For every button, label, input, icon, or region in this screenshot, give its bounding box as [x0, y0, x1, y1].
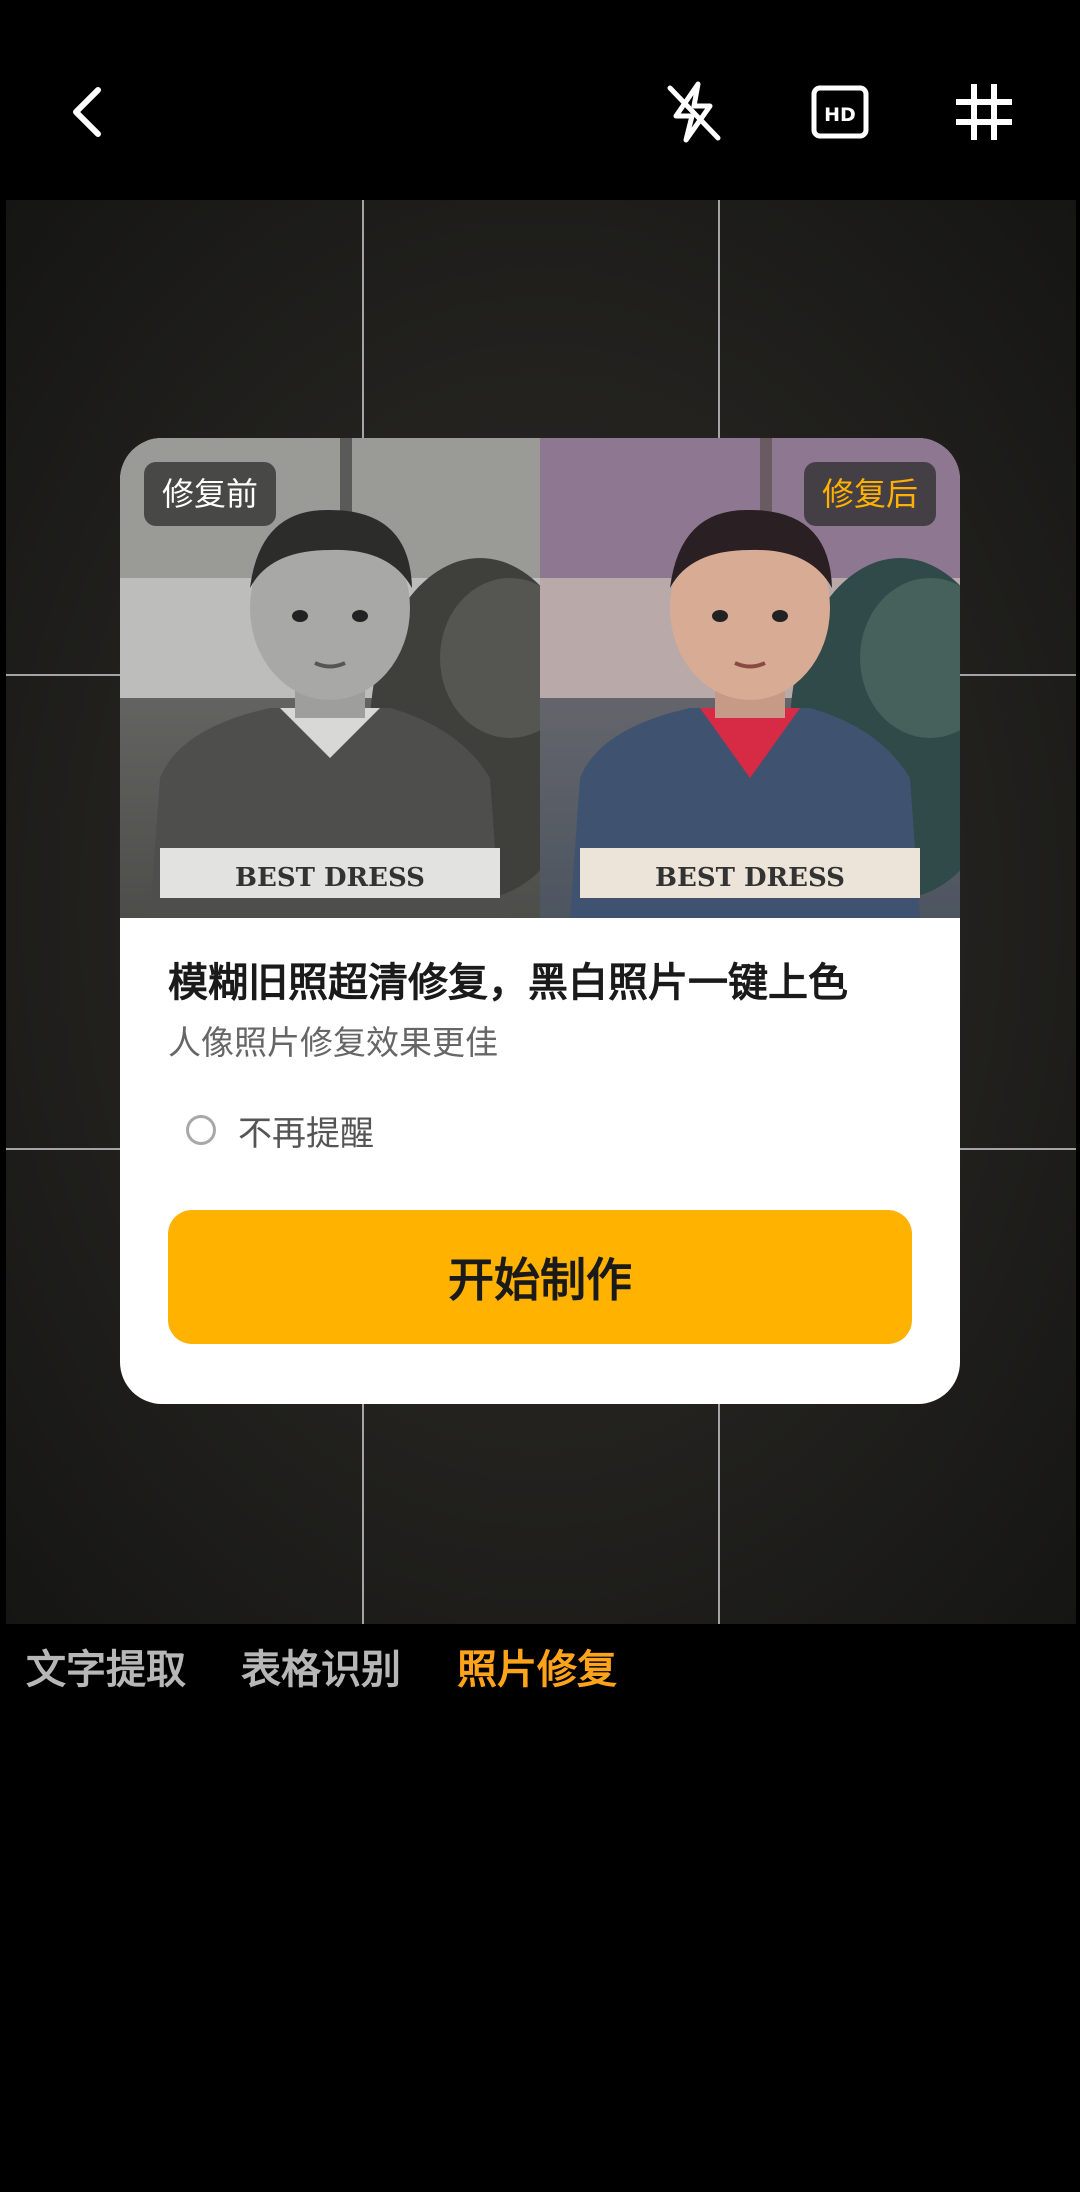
after-label: 修复后: [803, 462, 936, 526]
flash-off-icon[interactable]: [654, 72, 734, 152]
before-photo: BEST DRESS 修复前: [120, 438, 540, 918]
tab-photo-restore[interactable]: 照片修复: [457, 1640, 617, 1700]
top-bar: HD: [0, 0, 1080, 200]
card-title: 模糊旧照超清修复，黑白照片一键上色: [168, 960, 848, 1006]
photo-restore-promo-card: BEST DRESS 修复前 BEST DRESS 修复后 模糊旧照超清修复，黑…: [120, 438, 960, 1404]
start-button[interactable]: 开始制作: [168, 1210, 912, 1344]
dont-remind-label: 不再提醒: [238, 1113, 374, 1154]
after-photo: BEST DRESS 修复后: [540, 438, 960, 918]
radio-button[interactable]: [186, 1115, 216, 1145]
card-subtitle: 人像照片修复效果更佳: [168, 1023, 498, 1062]
before-label: 修复前: [144, 462, 277, 526]
grid-icon[interactable]: [944, 72, 1024, 152]
svg-text:BEST DRESS: BEST DRESS: [235, 863, 425, 893]
svg-text:BEST DRESS: BEST DRESS: [655, 863, 845, 893]
svg-text:HD: HD: [824, 104, 856, 126]
dont-remind-option[interactable]: 不再提醒: [186, 1102, 374, 1158]
tab-table-recognition[interactable]: 表格识别: [241, 1640, 401, 1700]
mode-tabs: 文字提取 表格识别 照片修复: [0, 1640, 1080, 1710]
tab-text-extraction[interactable]: 文字提取: [26, 1640, 186, 1700]
chevron-left-icon[interactable]: [50, 72, 130, 152]
hd-icon[interactable]: HD: [800, 72, 880, 152]
